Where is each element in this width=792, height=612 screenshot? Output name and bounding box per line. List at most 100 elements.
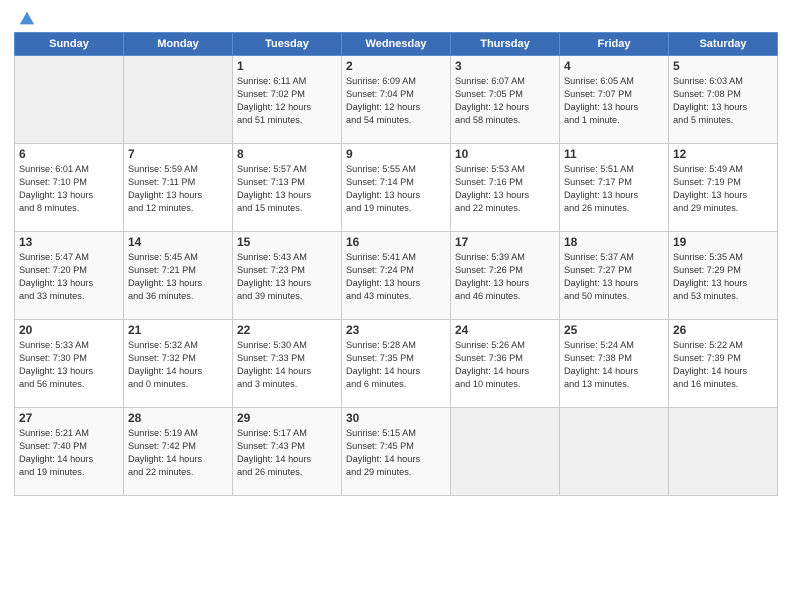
- day-info: Sunrise: 5:32 AM Sunset: 7:32 PM Dayligh…: [128, 339, 228, 391]
- day-number: 7: [128, 147, 228, 161]
- calendar-cell: 17 Sunrise: 5:39 AM Sunset: 7:26 PM Dayli…: [451, 232, 560, 320]
- calendar-cell: 9 Sunrise: 5:55 AM Sunset: 7:14 PM Daylig…: [342, 144, 451, 232]
- weekday-header-sunday: Sunday: [15, 33, 124, 56]
- day-info: Sunrise: 5:59 AM Sunset: 7:11 PM Dayligh…: [128, 163, 228, 215]
- day-number: 3: [455, 59, 555, 73]
- calendar-cell: 26 Sunrise: 5:22 AM Sunset: 7:39 PM Dayli…: [669, 320, 778, 408]
- week-row-2: 6Sunrise: 6:01 AM Sunset: 7:10 PM Daylig…: [15, 144, 778, 232]
- day-info: Sunrise: 5:39 AM Sunset: 7:26 PM Dayligh…: [455, 251, 555, 303]
- weekday-header-monday: Monday: [124, 33, 233, 56]
- day-info: Sunrise: 5:30 AM Sunset: 7:33 PM Dayligh…: [237, 339, 337, 391]
- calendar-cell: 12 Sunrise: 5:49 AM Sunset: 7:19 PM Dayli…: [669, 144, 778, 232]
- calendar-body: 1 Sunrise: 6:11 AM Sunset: 7:02 PM Daylig…: [15, 56, 778, 496]
- day-info: Sunrise: 5:55 AM Sunset: 7:14 PM Dayligh…: [346, 163, 446, 215]
- weekday-header-saturday: Saturday: [669, 33, 778, 56]
- day-number: 10: [455, 147, 555, 161]
- day-number: 22: [237, 323, 337, 337]
- day-number: 4: [564, 59, 664, 73]
- day-info: Sunrise: 5:24 AM Sunset: 7:38 PM Dayligh…: [564, 339, 664, 391]
- day-number: 26: [673, 323, 773, 337]
- calendar-cell: [560, 408, 669, 496]
- day-info: Sunrise: 5:22 AM Sunset: 7:39 PM Dayligh…: [673, 339, 773, 391]
- calendar-cell: 10 Sunrise: 5:53 AM Sunset: 7:16 PM Dayli…: [451, 144, 560, 232]
- day-number: 23: [346, 323, 446, 337]
- calendar-cell: 16Sunrise: 5:41 AM Sunset: 7:24 PM Dayli…: [342, 232, 451, 320]
- day-info: Sunrise: 5:51 AM Sunset: 7:17 PM Dayligh…: [564, 163, 664, 215]
- week-row-4: 20 Sunrise: 5:33 AM Sunset: 7:30 PM Dayli…: [15, 320, 778, 408]
- calendar-cell: 11 Sunrise: 5:51 AM Sunset: 7:17 PM Dayli…: [560, 144, 669, 232]
- day-info: Sunrise: 5:37 AM Sunset: 7:27 PM Dayligh…: [564, 251, 664, 303]
- calendar-cell: 13 Sunrise: 5:47 AM Sunset: 7:20 PM Dayli…: [15, 232, 124, 320]
- day-info: Sunrise: 5:45 AM Sunset: 7:21 PM Dayligh…: [128, 251, 228, 303]
- day-number: 24: [455, 323, 555, 337]
- day-info: Sunrise: 5:57 AM Sunset: 7:13 PM Dayligh…: [237, 163, 337, 215]
- day-number: 29: [237, 411, 337, 425]
- day-info: Sunrise: 5:17 AM Sunset: 7:43 PM Dayligh…: [237, 427, 337, 479]
- day-info: Sunrise: 6:09 AM Sunset: 7:04 PM Dayligh…: [346, 75, 446, 127]
- calendar-cell: [124, 56, 233, 144]
- calendar-cell: 14 Sunrise: 5:45 AM Sunset: 7:21 PM Dayli…: [124, 232, 233, 320]
- week-row-5: 27 Sunrise: 5:21 AM Sunset: 7:40 PM Dayli…: [15, 408, 778, 496]
- day-number: 28: [128, 411, 228, 425]
- calendar-page: SundayMondayTuesdayWednesdayThursdayFrid…: [0, 0, 792, 612]
- calendar-cell: 22 Sunrise: 5:30 AM Sunset: 7:33 PM Dayli…: [233, 320, 342, 408]
- calendar-cell: 29 Sunrise: 5:17 AM Sunset: 7:43 PM Dayli…: [233, 408, 342, 496]
- calendar-cell: 23 Sunrise: 5:28 AM Sunset: 7:35 PM Dayli…: [342, 320, 451, 408]
- calendar-cell: 5 Sunrise: 6:03 AM Sunset: 7:08 PM Daylig…: [669, 56, 778, 144]
- day-info: Sunrise: 6:07 AM Sunset: 7:05 PM Dayligh…: [455, 75, 555, 127]
- day-info: Sunrise: 5:53 AM Sunset: 7:16 PM Dayligh…: [455, 163, 555, 215]
- calendar-cell: 30Sunrise: 5:15 AM Sunset: 7:45 PM Dayli…: [342, 408, 451, 496]
- day-number: 12: [673, 147, 773, 161]
- day-number: 21: [128, 323, 228, 337]
- day-number: 16: [346, 235, 446, 249]
- day-number: 27: [19, 411, 119, 425]
- weekday-header-row: SundayMondayTuesdayWednesdayThursdayFrid…: [15, 33, 778, 56]
- day-info: Sunrise: 5:47 AM Sunset: 7:20 PM Dayligh…: [19, 251, 119, 303]
- week-row-3: 13 Sunrise: 5:47 AM Sunset: 7:20 PM Dayli…: [15, 232, 778, 320]
- day-number: 20: [19, 323, 119, 337]
- day-info: Sunrise: 5:49 AM Sunset: 7:19 PM Dayligh…: [673, 163, 773, 215]
- day-info: Sunrise: 5:33 AM Sunset: 7:30 PM Dayligh…: [19, 339, 119, 391]
- day-number: 5: [673, 59, 773, 73]
- day-info: Sunrise: 5:19 AM Sunset: 7:42 PM Dayligh…: [128, 427, 228, 479]
- day-info: Sunrise: 5:26 AM Sunset: 7:36 PM Dayligh…: [455, 339, 555, 391]
- week-row-1: 1 Sunrise: 6:11 AM Sunset: 7:02 PM Daylig…: [15, 56, 778, 144]
- day-number: 9: [346, 147, 446, 161]
- day-number: 11: [564, 147, 664, 161]
- day-number: 8: [237, 147, 337, 161]
- calendar-cell: 20 Sunrise: 5:33 AM Sunset: 7:30 PM Dayli…: [15, 320, 124, 408]
- calendar-cell: 21 Sunrise: 5:32 AM Sunset: 7:32 PM Dayli…: [124, 320, 233, 408]
- calendar-cell: 4 Sunrise: 6:05 AM Sunset: 7:07 PM Daylig…: [560, 56, 669, 144]
- calendar-cell: 3 Sunrise: 6:07 AM Sunset: 7:05 PM Daylig…: [451, 56, 560, 144]
- day-number: 17: [455, 235, 555, 249]
- calendar-table: SundayMondayTuesdayWednesdayThursdayFrid…: [14, 32, 778, 496]
- calendar-cell: 1 Sunrise: 6:11 AM Sunset: 7:02 PM Daylig…: [233, 56, 342, 144]
- calendar-cell: 25 Sunrise: 5:24 AM Sunset: 7:38 PM Dayli…: [560, 320, 669, 408]
- calendar-cell: [451, 408, 560, 496]
- day-number: 25: [564, 323, 664, 337]
- calendar-cell: 28 Sunrise: 5:19 AM Sunset: 7:42 PM Dayli…: [124, 408, 233, 496]
- day-info: Sunrise: 6:01 AM Sunset: 7:10 PM Dayligh…: [19, 163, 119, 215]
- day-info: Sunrise: 6:03 AM Sunset: 7:08 PM Dayligh…: [673, 75, 773, 127]
- calendar-cell: 6Sunrise: 6:01 AM Sunset: 7:10 PM Daylig…: [15, 144, 124, 232]
- day-info: Sunrise: 5:21 AM Sunset: 7:40 PM Dayligh…: [19, 427, 119, 479]
- day-info: Sunrise: 6:11 AM Sunset: 7:02 PM Dayligh…: [237, 75, 337, 127]
- calendar-cell: 24 Sunrise: 5:26 AM Sunset: 7:36 PM Dayli…: [451, 320, 560, 408]
- calendar-cell: 8 Sunrise: 5:57 AM Sunset: 7:13 PM Daylig…: [233, 144, 342, 232]
- day-info: Sunrise: 6:05 AM Sunset: 7:07 PM Dayligh…: [564, 75, 664, 127]
- weekday-header-wednesday: Wednesday: [342, 33, 451, 56]
- day-number: 14: [128, 235, 228, 249]
- calendar-cell: 18Sunrise: 5:37 AM Sunset: 7:27 PM Dayli…: [560, 232, 669, 320]
- logo: [14, 10, 40, 28]
- day-info: Sunrise: 5:28 AM Sunset: 7:35 PM Dayligh…: [346, 339, 446, 391]
- calendar-cell: 19Sunrise: 5:35 AM Sunset: 7:29 PM Dayli…: [669, 232, 778, 320]
- calendar-cell: 2 Sunrise: 6:09 AM Sunset: 7:04 PM Daylig…: [342, 56, 451, 144]
- day-number: 13: [19, 235, 119, 249]
- day-number: 2: [346, 59, 446, 73]
- weekday-header-tuesday: Tuesday: [233, 33, 342, 56]
- day-number: 1: [237, 59, 337, 73]
- calendar-cell: 27 Sunrise: 5:21 AM Sunset: 7:40 PM Dayli…: [15, 408, 124, 496]
- header: [14, 10, 778, 28]
- calendar-cell: [669, 408, 778, 496]
- day-number: 30: [346, 411, 446, 425]
